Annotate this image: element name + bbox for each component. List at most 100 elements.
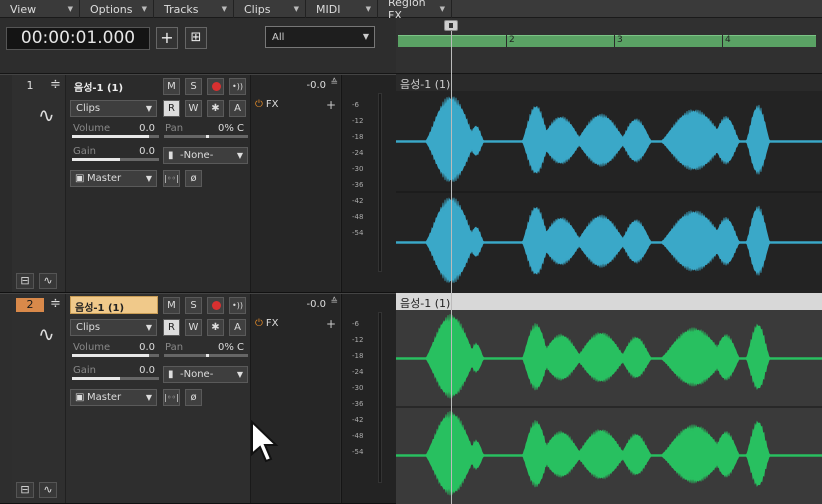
record-icon [212, 301, 221, 310]
menu-options[interactable]: Options ▼ [80, 0, 154, 18]
output-icon: ▣ [75, 173, 85, 184]
read-automation-button[interactable]: R [163, 319, 180, 336]
add-multiple-tracks-button[interactable]: ⊞ [185, 27, 207, 49]
ruler-tick-label: 4 [722, 35, 731, 47]
mouse-cursor-icon [251, 420, 279, 463]
automation-asterisk-button[interactable]: ✱ [207, 319, 224, 336]
meter-scale-label: -36 [352, 400, 364, 408]
track-settings-icon[interactable]: ≑ [50, 77, 61, 92]
send-value: -None- [180, 369, 214, 380]
meter-scale-label: -42 [352, 197, 364, 205]
playhead-handle[interactable] [444, 20, 458, 31]
waveform-clip-1[interactable] [396, 91, 822, 293]
send-dropdown[interactable]: ▮ -None- ▼ [163, 366, 248, 383]
track-strip-2[interactable]: 2 ≑ ∿ 음성-1 (1) M S •)) Clips ▼ R W ✱ A Vo… [0, 293, 396, 504]
read-automation-button[interactable]: R [163, 100, 180, 117]
menu-clips[interactable]: Clips ▼ [234, 0, 306, 18]
record-arm-button[interactable] [207, 297, 224, 314]
track-name[interactable]: 음성-1 (1) [70, 77, 158, 95]
timeline-ruler[interactable]: 2 3 4 [396, 18, 822, 74]
chevron-down-icon: ▼ [67, 5, 73, 13]
mute-button[interactable]: M [163, 78, 180, 95]
meter-scale-label: -6 [352, 101, 359, 109]
output-dropdown[interactable]: ▣ Master ▼ [70, 389, 157, 406]
track-name[interactable]: 음성-1 (1) [70, 296, 158, 314]
gain-fill [72, 377, 120, 380]
stereo-icon: |◦◦| [164, 393, 179, 402]
clip-lane-2[interactable]: 음성-1 (1) [396, 293, 822, 504]
stereo-icon: |◦◦| [164, 174, 179, 183]
mute-button[interactable]: M [163, 297, 180, 314]
input-dropdown[interactable]: Clips ▼ [70, 100, 157, 117]
playhead-line[interactable] [451, 22, 452, 504]
phase-button[interactable]: |◦◦| [163, 170, 180, 187]
automation-lane-icon[interactable]: ∿ [39, 273, 57, 289]
ruler-tick-label: 2 [506, 35, 515, 47]
clip-lane-1[interactable]: 음성-1 (1) [396, 74, 822, 293]
output-icon: ▣ [75, 392, 85, 403]
menu-midi[interactable]: MIDI ▼ [306, 0, 378, 18]
loop-region-bar[interactable] [398, 35, 816, 47]
power-icon[interactable]: ⏻ [255, 318, 263, 329]
updown-icon[interactable]: ≙ [330, 78, 338, 88]
menu-tracks[interactable]: Tracks ▼ [154, 0, 234, 18]
gain-value: 0.0 [139, 365, 155, 376]
volume-fill [72, 135, 149, 138]
send-dropdown[interactable]: ▮ -None- ▼ [163, 147, 248, 164]
input-dropdown[interactable]: Clips ▼ [70, 319, 157, 336]
record-arm-button[interactable] [207, 78, 224, 95]
pan-label: Pan [165, 342, 184, 353]
chevron-down-icon: ▼ [365, 5, 371, 13]
meter-scale-label: -42 [352, 416, 364, 424]
add-fx-icon[interactable]: + [326, 317, 336, 331]
input-echo-button[interactable]: •)) [229, 78, 246, 95]
meter-bar [378, 93, 382, 272]
gain-track [72, 158, 159, 161]
write-automation-button[interactable]: W [185, 319, 202, 336]
output-dropdown[interactable]: ▣ Master ▼ [70, 170, 157, 187]
clip-header[interactable]: 음성-1 (1) [396, 293, 822, 310]
track-filter-dropdown[interactable]: All ▼ [265, 26, 375, 48]
solo-button[interactable]: S [185, 297, 202, 314]
track-toolbar: 00:00:01.000 + ⊞ All ▼ [0, 18, 396, 74]
meter-scale-label: -6 [352, 320, 359, 328]
automation-asterisk-button[interactable]: ✱ [207, 100, 224, 117]
invert-phase-button[interactable]: ø [185, 170, 202, 187]
clip-name: 음성-1 (1) [400, 297, 451, 310]
track-number[interactable]: 2 [16, 298, 44, 312]
volume-label: Volume [73, 342, 111, 353]
track-strip-1[interactable]: 1 ≑ ∿ 음성-1 (1) M S •)) Clips ▼ R W ✱ A Vo… [0, 74, 396, 293]
phase-button[interactable]: |◦◦| [163, 389, 180, 406]
menu-label: MIDI [316, 2, 341, 16]
volume-track [72, 354, 159, 357]
add-fx-icon[interactable]: + [326, 98, 336, 112]
menu-view[interactable]: View ▼ [0, 0, 80, 18]
solo-button[interactable]: S [185, 78, 202, 95]
invert-phase-button[interactable]: ø [185, 389, 202, 406]
pan-value: 0% C [217, 342, 244, 353]
track-number[interactable]: 1 [16, 79, 44, 93]
input-echo-button[interactable]: •)) [229, 297, 246, 314]
power-icon[interactable]: ⏻ [255, 99, 263, 110]
track-layers-icon[interactable]: ⊟ [16, 273, 34, 289]
automation-lane-icon[interactable]: ∿ [39, 482, 57, 498]
clip-header[interactable]: 음성-1 (1) [396, 74, 822, 91]
track-layers-icon[interactable]: ⊟ [16, 482, 34, 498]
fx-bin[interactable]: -0.0 ≙ ⏻ FX + [250, 75, 340, 292]
menu-region-fx[interactable]: Region FX ▼ [378, 0, 452, 22]
time-display[interactable]: 00:00:01.000 [6, 27, 150, 50]
auto-button[interactable]: A [229, 319, 246, 336]
auto-button[interactable]: A [229, 100, 246, 117]
add-track-button[interactable]: + [156, 27, 178, 49]
menu-bar: View ▼ Options ▼ Tracks ▼ Clips ▼ MIDI ▼ Region FX… [0, 0, 822, 22]
write-automation-button[interactable]: W [185, 100, 202, 117]
waveform-channel-2 [396, 411, 822, 496]
meter-scale-label: -12 [352, 336, 364, 344]
chevron-down-icon: ▼ [362, 32, 369, 41]
track-settings-icon[interactable]: ≑ [50, 296, 61, 311]
waveform-clip-2[interactable] [396, 310, 822, 504]
input-value: Clips [76, 322, 101, 333]
pan-marker [206, 354, 209, 357]
updown-icon[interactable]: ≙ [330, 297, 338, 307]
fx-bin[interactable]: -0.0 ≙ ⏻ FX + [250, 294, 340, 503]
